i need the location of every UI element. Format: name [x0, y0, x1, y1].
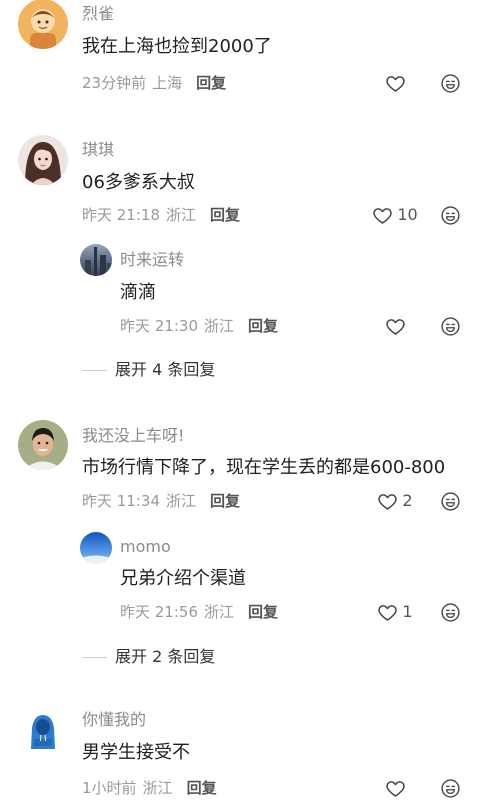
comment-text[interactable]: 男学生接受不: [82, 742, 190, 764]
emoji-reaction-button[interactable]: [440, 205, 461, 226]
like-count: 10: [397, 205, 418, 224]
comment-location: 浙江: [142, 779, 173, 797]
avatar[interactable]: [80, 244, 112, 276]
reply-button[interactable]: 回复: [248, 602, 278, 622]
comment-author[interactable]: 我还没上车呀!: [82, 426, 184, 446]
comment-author[interactable]: 烈雀: [82, 4, 114, 24]
comment-author[interactable]: momo: [120, 537, 171, 557]
reply-button[interactable]: 回复: [210, 205, 240, 225]
comment-text[interactable]: 06多爹系大叔: [82, 172, 195, 194]
comment-meta: 23分钟前 上海 回复: [82, 73, 226, 93]
avatar[interactable]: [18, 705, 68, 755]
like-count: 2: [402, 491, 413, 510]
emoji-face-icon: [440, 778, 461, 799]
like-button[interactable]: [372, 72, 418, 94]
comment-author[interactable]: 你懂我的: [82, 710, 146, 730]
like-button[interactable]: [372, 777, 418, 799]
expand-divider: [82, 656, 107, 658]
emoji-reaction-button[interactable]: [440, 73, 461, 94]
like-button[interactable]: 2: [372, 490, 418, 512]
reply-button[interactable]: 回复: [196, 73, 226, 93]
comment-author[interactable]: 琪琪: [82, 140, 114, 160]
comment-location: 浙江: [166, 492, 197, 510]
comment-text[interactable]: 兄弟介绍个渠道: [120, 568, 246, 590]
reply-button[interactable]: 回复: [248, 316, 278, 336]
expand-replies-button[interactable]: 展开 2 条回复: [82, 647, 215, 667]
reply-button[interactable]: 回复: [210, 491, 240, 511]
like-button[interactable]: [372, 315, 418, 337]
heart-outline-icon: [385, 778, 406, 799]
emoji-face-icon: [440, 602, 461, 623]
comment-text[interactable]: 市场行情下降了，现在学生丢的都是600-800: [82, 457, 445, 479]
like-button[interactable]: 10: [372, 204, 418, 226]
emoji-reaction-button[interactable]: [440, 491, 461, 512]
emoji-reaction-button[interactable]: [440, 316, 461, 337]
comment-location: 浙江: [204, 317, 235, 335]
heart-outline-icon: [377, 491, 398, 512]
comment-time: 昨天 11:34: [82, 492, 160, 510]
comment-meta: 昨天 21:30 浙江 回复: [120, 316, 278, 336]
avatar[interactable]: [18, 0, 68, 49]
comment-time: 昨天 21:56: [120, 603, 198, 621]
emoji-face-icon: [440, 73, 461, 94]
comment-time: 昨天 21:18: [82, 206, 160, 224]
comment-meta: 昨天 11:34 浙江 回复: [82, 491, 240, 511]
emoji-face-icon: [440, 205, 461, 226]
avatar[interactable]: [18, 420, 68, 470]
comment-time: 1小时前: [82, 779, 137, 797]
heart-outline-icon: [385, 73, 406, 94]
comment-meta: 1小时前 浙江 回复: [82, 778, 217, 798]
expand-divider: [82, 369, 107, 371]
expand-replies-label: 展开 2 条回复: [115, 647, 216, 666]
comment-location: 上海: [152, 74, 183, 92]
comment-text[interactable]: 我在上海也捡到2000了: [82, 36, 272, 58]
comment-time: 昨天 21:30: [120, 317, 198, 335]
comment-location: 浙江: [204, 603, 235, 621]
like-button[interactable]: 1: [372, 601, 418, 623]
comment-meta: 昨天 21:18 浙江 回复: [82, 205, 240, 225]
like-count: 1: [402, 602, 413, 621]
emoji-face-icon: [440, 491, 461, 512]
reply-button[interactable]: 回复: [187, 778, 217, 798]
comment-meta: 昨天 21:56 浙江 回复: [120, 602, 278, 622]
heart-outline-icon: [377, 602, 398, 623]
avatar[interactable]: [80, 532, 112, 564]
emoji-reaction-button[interactable]: [440, 778, 461, 799]
comment-location: 浙江: [166, 206, 197, 224]
comment-author[interactable]: 时来运转: [120, 250, 184, 270]
emoji-reaction-button[interactable]: [440, 602, 461, 623]
expand-replies-button[interactable]: 展开 4 条回复: [82, 360, 215, 380]
heart-outline-icon: [372, 205, 393, 226]
expand-replies-label: 展开 4 条回复: [115, 360, 216, 379]
comment-time: 23分钟前: [82, 74, 147, 92]
comment-text[interactable]: 滴滴: [120, 282, 156, 304]
emoji-face-icon: [440, 316, 461, 337]
avatar[interactable]: [18, 135, 68, 185]
heart-outline-icon: [385, 316, 406, 337]
